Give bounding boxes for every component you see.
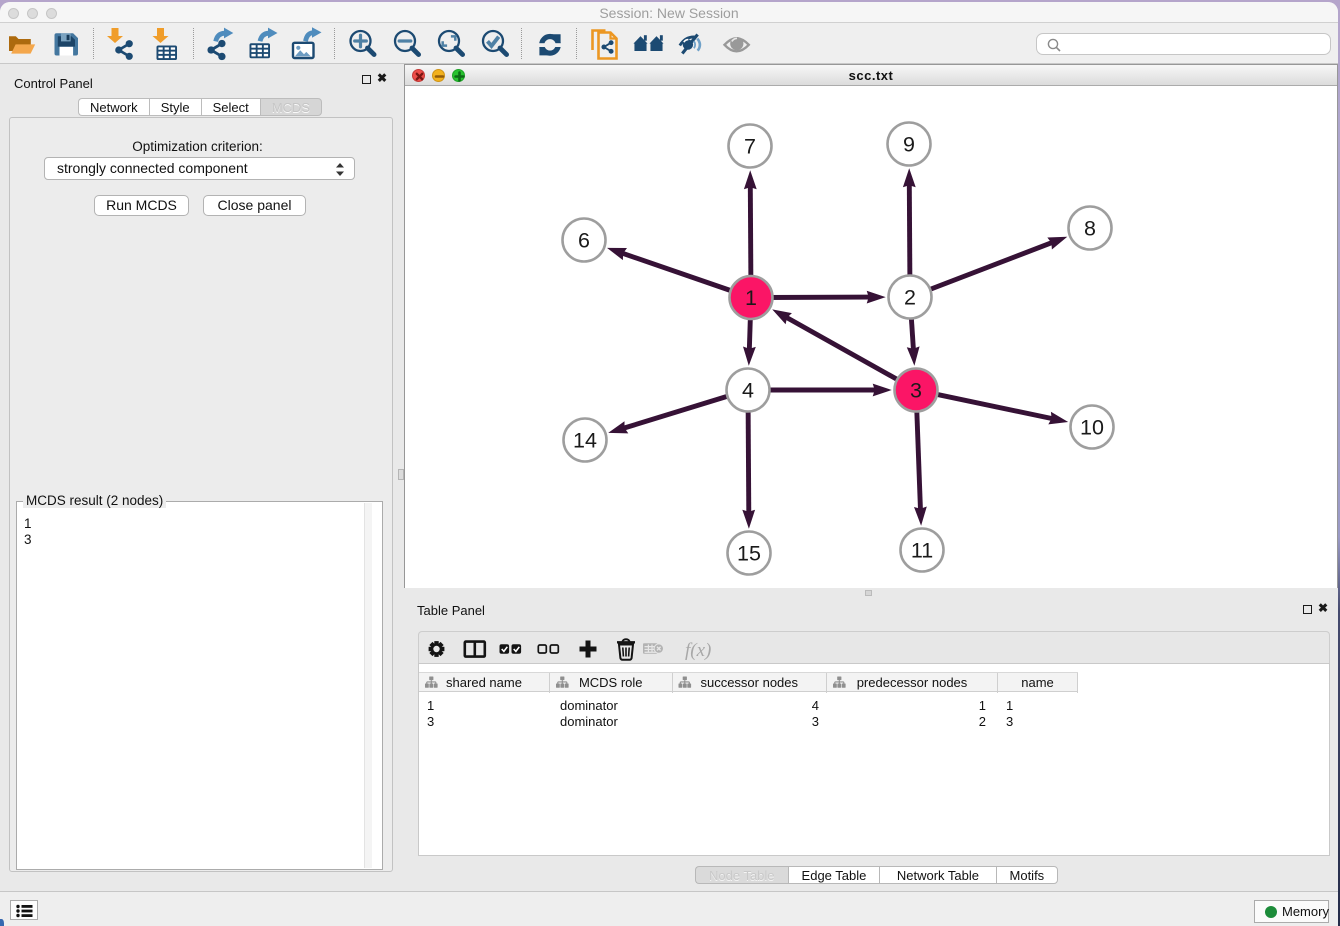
svg-text:11: 11: [911, 539, 933, 563]
svg-text:10: 10: [1080, 416, 1104, 440]
svg-text:1: 1: [745, 286, 757, 310]
svg-text:f(x): f(x): [685, 640, 711, 661]
svg-text:7: 7: [744, 135, 756, 159]
svg-text:15: 15: [737, 542, 761, 566]
svg-text:6: 6: [578, 229, 590, 253]
svg-text:4: 4: [742, 379, 754, 403]
svg-text:2: 2: [904, 286, 916, 310]
svg-text:9: 9: [903, 133, 915, 157]
svg-text:14: 14: [573, 429, 597, 453]
svg-text:8: 8: [1084, 217, 1096, 241]
svg-text:3: 3: [910, 379, 922, 403]
